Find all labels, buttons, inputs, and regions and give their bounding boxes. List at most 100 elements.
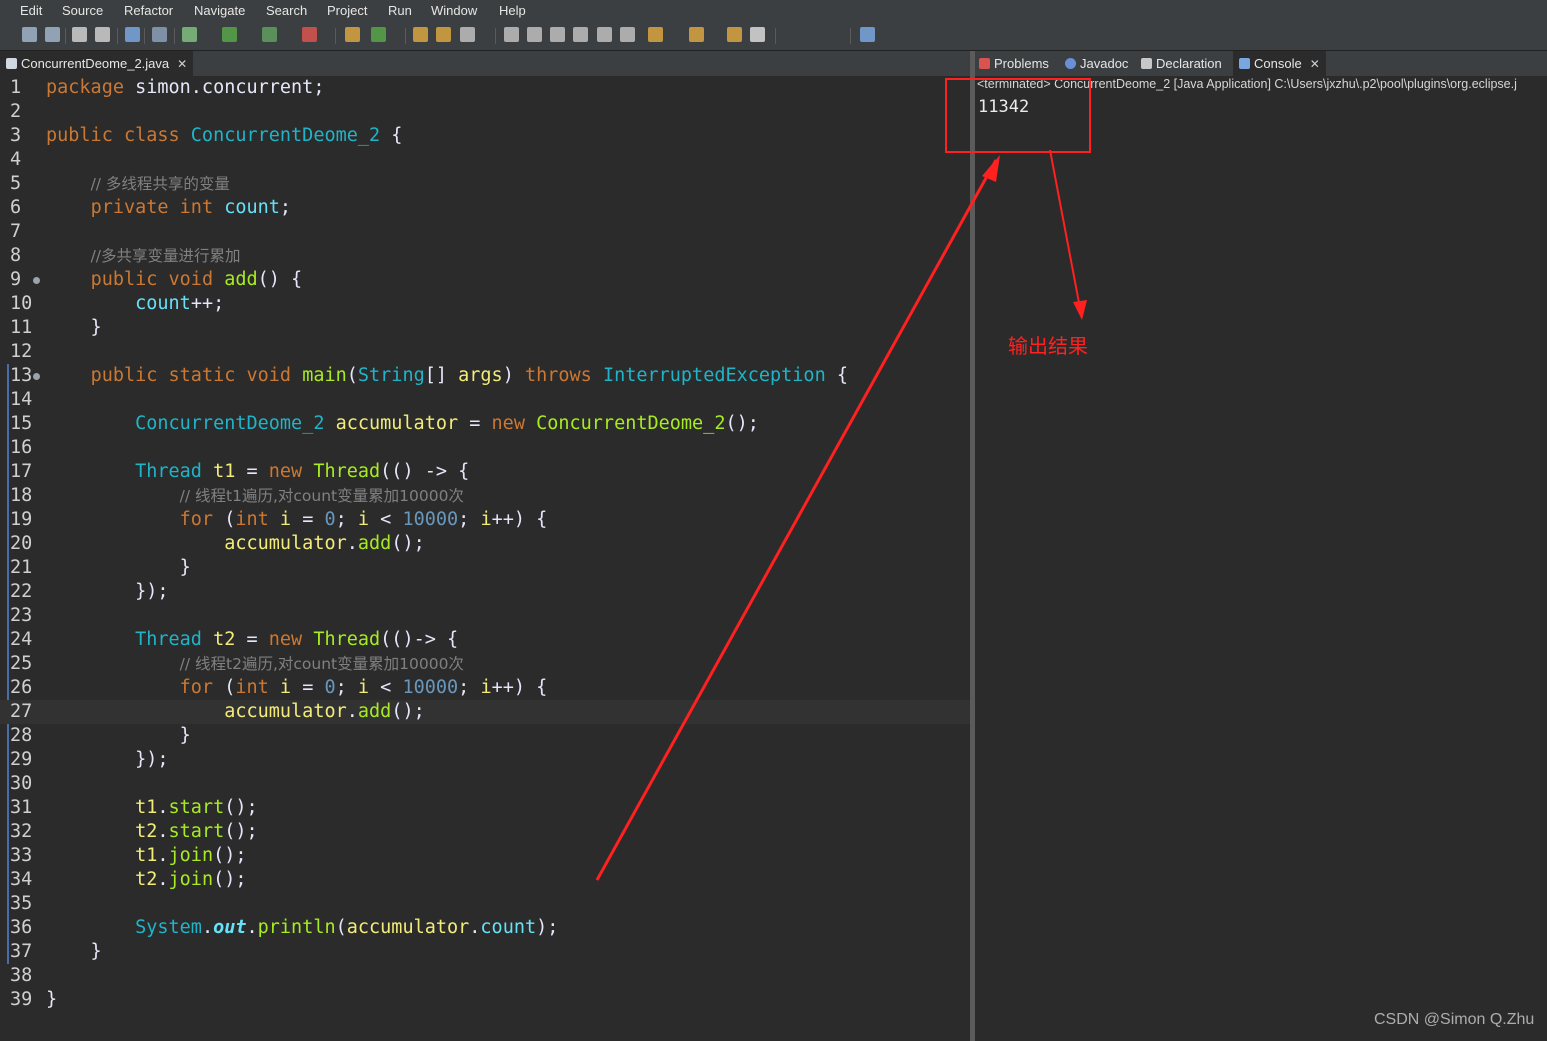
code-line[interactable]: 29 }); [0,748,970,772]
code-line[interactable]: 5 // 多线程共享的变量 [0,172,970,196]
tab-console[interactable]: Console ✕ [1233,51,1326,76]
code-line[interactable]: 27 accumulator.add(); [0,700,970,724]
code-line[interactable]: 23 [0,604,970,628]
code-line[interactable]: 7 [0,220,970,244]
toolbar-button-icon[interactable] [262,27,277,42]
toolbar-button-icon[interactable] [302,27,317,42]
code-line[interactable]: 17 Thread t1 = new Thread(() -> { [0,460,970,484]
code-line[interactable]: 39} [0,988,970,1012]
toolbar-button-icon[interactable] [527,27,542,42]
code-text: } [46,989,58,1010]
code-line[interactable]: 11 } [0,316,970,340]
toolbar-button-icon[interactable] [413,27,428,42]
code-line[interactable]: 37 } [0,940,970,964]
code-line[interactable]: 12 [0,340,970,364]
code-line[interactable]: 10 count++; [0,292,970,316]
menu-help[interactable]: Help [499,3,526,18]
code-line[interactable]: 8 //多共享变量进行累加 [0,244,970,268]
code-line[interactable]: 15 ConcurrentDeome_2 accumulator = new C… [0,412,970,436]
toolbar-button-icon[interactable] [72,27,87,42]
toolbar-button-icon[interactable] [860,27,875,42]
code-line[interactable]: 3 public class ConcurrentDeome_2 { [0,124,970,148]
editor-tab[interactable]: ConcurrentDeome_2.java ✕ [0,51,194,76]
menu-navigate[interactable]: Navigate [194,3,245,18]
line-number: 33 [10,845,33,866]
toolbar-button-icon[interactable] [597,27,612,42]
toolbar-button-icon[interactable] [648,27,663,42]
code-line[interactable]: 21 } [0,556,970,580]
code-line[interactable]: 6 private int count; [0,196,970,220]
line-number: 5 [10,173,22,194]
code-line[interactable]: 24 Thread t2 = new Thread(()-> { [0,628,970,652]
fold-marker-icon[interactable] [33,277,40,284]
toolbar-button-icon[interactable] [345,27,360,42]
toolbar-button-icon[interactable] [371,27,386,42]
menu-refactor[interactable]: Refactor [124,3,173,18]
toolbar-separator [144,28,145,44]
code-line[interactable]: 33 t1.join(); [0,844,970,868]
menu-source[interactable]: Source [62,3,103,18]
toolbar-button-icon[interactable] [504,27,519,42]
console-output[interactable]: 11342 [978,97,1029,117]
code-line[interactable]: 16 [0,436,970,460]
toolbar-button-icon[interactable] [152,27,167,42]
tab-javadoc[interactable]: Javadoc [1065,51,1128,76]
code-line[interactable]: 26 for (int i = 0; i < 10000; i++) { [0,676,970,700]
watermark: CSDN @Simon Q.Zhu [1374,1011,1535,1028]
code-line[interactable]: 1 package simon.concurrent; [0,76,970,100]
toolbar-separator [495,28,496,44]
code-line[interactable]: 36 System.out.println(accumulator.count)… [0,916,970,940]
code-text: accumulator.add(); [224,533,425,554]
toolbar-separator [775,28,776,44]
code-text: }); [46,581,169,602]
code-line[interactable]: 31 t1.start(); [0,796,970,820]
code-line[interactable]: 25 // 线程t2遍历,对count变量累加10000次 [0,652,970,676]
code-line[interactable]: 28 } [0,724,970,748]
code-line[interactable]: 2 [0,100,970,124]
menu-window[interactable]: Window [431,3,477,18]
code-text: }); [46,749,169,770]
toolbar-button-icon[interactable] [125,27,140,42]
toolbar-button-icon[interactable] [460,27,475,42]
code-line[interactable]: 4 [0,148,970,172]
toolbar-button-icon[interactable] [573,27,588,42]
code-line[interactable]: 9 public void add() { [0,268,970,292]
close-icon[interactable]: ✕ [1310,57,1320,71]
toolbar-button-icon[interactable] [689,27,704,42]
code-line[interactable]: 20 accumulator.add(); [0,532,970,556]
code-text: t2.join(); [135,869,247,890]
tab-problems[interactable]: Problems [979,51,1049,76]
menu-edit[interactable]: Edit [20,3,42,18]
code-line[interactable]: 22 }); [0,580,970,604]
code-line[interactable]: 32 t2.start(); [0,820,970,844]
code-text: t2.start(); [135,821,258,842]
console-view[interactable]: <terminated> ConcurrentDeome_2 [Java App… [975,76,1547,1041]
close-icon[interactable]: ✕ [177,57,187,71]
toolbar-button-icon[interactable] [620,27,635,42]
toolbar-button-icon[interactable] [222,27,237,42]
code-line[interactable]: 18 // 线程t1遍历,对count变量累加10000次 [0,484,970,508]
code-line[interactable]: 35 [0,892,970,916]
tab-declaration[interactable]: Declaration [1141,51,1222,76]
toolbar-button-icon[interactable] [182,27,197,42]
fold-marker-icon[interactable] [33,373,40,380]
toolbar-button-icon[interactable] [45,27,60,42]
code-line[interactable]: 13 public static void main(String[] args… [0,364,970,388]
code-line[interactable]: 14 [0,388,970,412]
menu-run[interactable]: Run [388,3,412,18]
code-editor[interactable]: 1 package simon.concurrent; 2 3 public class… [0,76,970,1041]
toolbar-button-icon[interactable] [95,27,110,42]
toolbar-button-icon[interactable] [550,27,565,42]
menu-search[interactable]: Search [266,3,307,18]
code-line[interactable]: 34 t2.join(); [0,868,970,892]
annotation-label: 输出结果 [1008,334,1088,358]
code-line[interactable]: 19 for (int i = 0; i < 10000; i++) { [0,508,970,532]
toolbar-button-icon[interactable] [436,27,451,42]
code-line[interactable]: 38 [0,964,970,988]
menu-project[interactable]: Project [327,3,367,18]
code-line[interactable]: 30 [0,772,970,796]
toolbar-button-icon[interactable] [750,27,765,42]
toolbar-button-icon[interactable] [22,27,37,42]
toolbar-button-icon[interactable] [727,27,742,42]
line-number: 16 [10,437,33,458]
